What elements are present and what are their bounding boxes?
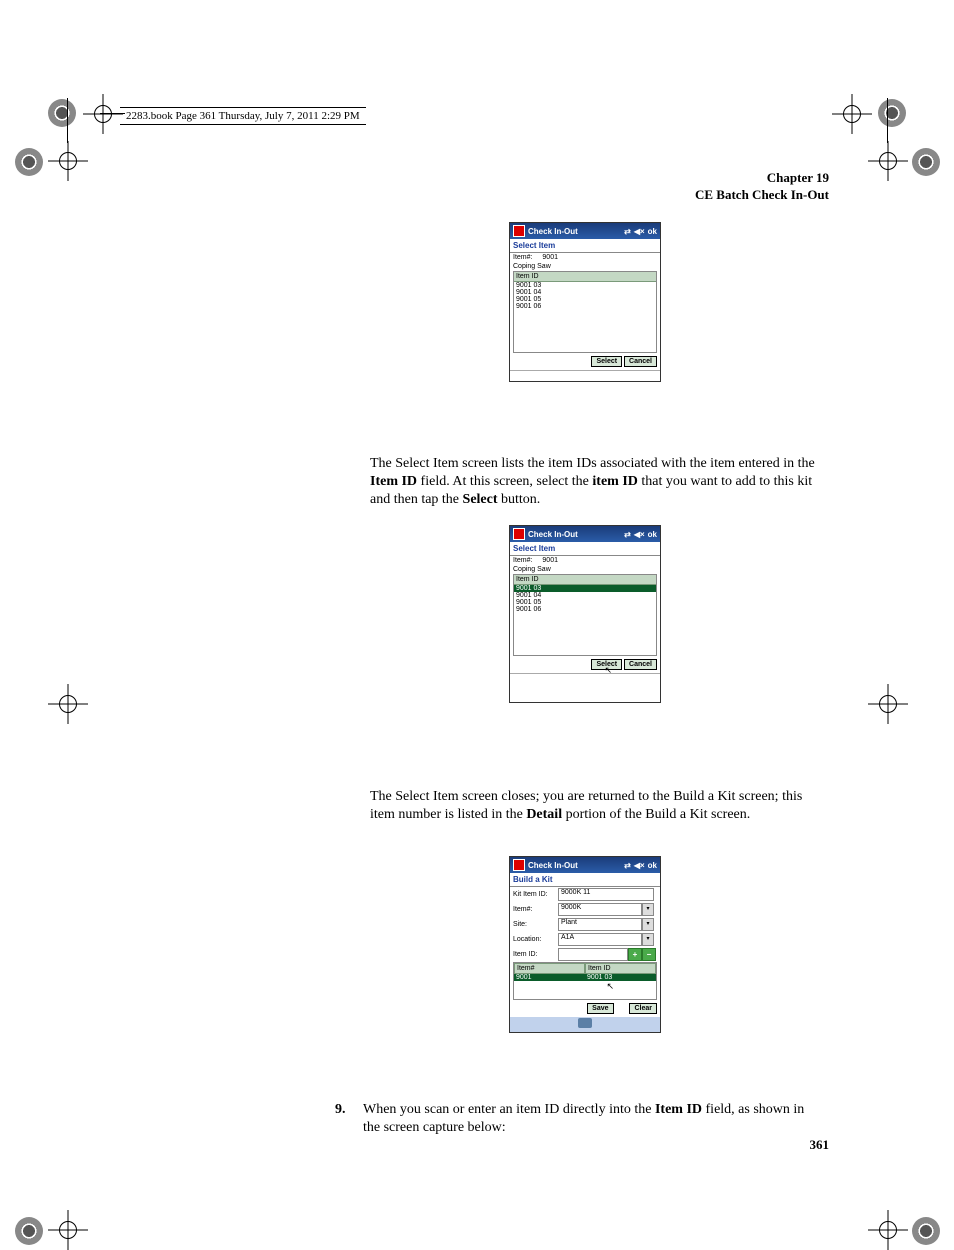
list-item[interactable]: 9001 05	[514, 296, 656, 303]
page-number: 361	[810, 1137, 830, 1153]
list-header: Item ID	[514, 272, 656, 282]
crop-decor	[912, 1217, 940, 1245]
location-label: Location:	[513, 936, 558, 943]
keyboard-bar[interactable]	[510, 1017, 660, 1032]
detail-table[interactable]: Item# Item ID 9001 9001 03 ↖	[513, 962, 657, 1000]
ok-button[interactable]: ok	[648, 861, 657, 870]
volume-icon: ◀×	[634, 227, 645, 236]
cancel-button[interactable]: Cancel	[624, 659, 657, 670]
list-header: Item ID	[514, 575, 656, 585]
windows-icon	[513, 225, 525, 237]
pda-screenshot-3: Check In-Out ⇄ ◀× ok Build a Kit Kit Ite…	[509, 856, 661, 1033]
sync-icon: ⇄	[624, 227, 631, 236]
book-header: 2283.book Page 361 Thursday, July 7, 201…	[120, 107, 366, 125]
crop-mark	[868, 141, 908, 181]
step-number: 9.	[335, 1101, 363, 1119]
keyboard-icon[interactable]	[578, 1018, 592, 1028]
kit-item-id-label: Kit Item ID:	[513, 891, 558, 898]
list-item[interactable]: 9001 06	[514, 606, 656, 613]
item-id-list[interactable]: Item ID 9001 03 9001 04 9001 05 9001 06	[513, 574, 657, 656]
list-item[interactable]: 9001 03	[514, 282, 656, 289]
table-header: Item ID	[585, 963, 656, 974]
crop-line	[67, 98, 68, 143]
item-id-field[interactable]	[558, 948, 628, 961]
kit-item-id-field[interactable]: 9000K 11	[558, 888, 654, 901]
location-field[interactable]: A1A	[558, 933, 642, 946]
crop-decor	[15, 148, 43, 176]
item-number-row: Item#: 9001	[510, 555, 660, 565]
item-id-list[interactable]: Item ID 9001 03 9001 04 9001 05 9001 06	[513, 271, 657, 353]
ok-button[interactable]: ok	[648, 530, 657, 539]
save-button[interactable]: Save	[587, 1003, 613, 1014]
item-desc: Coping Saw	[510, 262, 660, 271]
table-header: Item#	[514, 963, 585, 974]
screen-subtitle: Select Item	[510, 239, 660, 252]
pda-titlebar: Check In-Out ⇄ ◀× ok	[510, 857, 660, 873]
pda-screenshot-2: Check In-Out ⇄ ◀× ok Select Item Item#: …	[509, 525, 661, 703]
step-9: 9.When you scan or enter an item ID dire…	[335, 1101, 830, 1137]
item-no-field[interactable]: 9000K	[558, 903, 642, 916]
sync-icon: ⇄	[624, 861, 631, 870]
table-cell[interactable]: 9001 03	[585, 974, 656, 981]
crop-decor	[878, 99, 906, 127]
item-number-row: Item#: 9001	[510, 252, 660, 262]
item-id-label: Item ID:	[513, 951, 558, 958]
sync-icon: ⇄	[624, 530, 631, 539]
chapter-title: CE Batch Check In-Out	[695, 187, 829, 204]
crop-mark	[48, 141, 88, 181]
table-cell[interactable]: 9001	[514, 974, 585, 981]
crop-mark	[83, 94, 123, 134]
ok-button[interactable]: ok	[648, 227, 657, 236]
list-item[interactable]: 9001 04	[514, 592, 656, 599]
volume-icon: ◀×	[634, 530, 645, 539]
cursor-icon: ↖	[606, 981, 614, 992]
item-no-value: 9001	[542, 557, 558, 564]
list-item[interactable]: 9001 05	[514, 599, 656, 606]
screen-subtitle: Build a Kit	[510, 873, 660, 886]
chapter-number: Chapter 19	[695, 170, 829, 187]
crop-mark	[48, 684, 88, 724]
item-no-label: Item#:	[513, 254, 532, 261]
item-no-label: Item#:	[513, 906, 558, 913]
crop-mark	[868, 1210, 908, 1250]
list-item[interactable]: 9001 06	[514, 303, 656, 310]
window-title: Check In-Out	[528, 227, 578, 236]
list-item[interactable]: 9001 03	[514, 585, 656, 592]
screen-subtitle: Select Item	[510, 542, 660, 555]
clear-button[interactable]: Clear	[629, 1003, 657, 1014]
dropdown-button[interactable]: ▾	[642, 903, 654, 916]
windows-icon	[513, 859, 525, 871]
site-field[interactable]: Plant	[558, 918, 642, 931]
cancel-button[interactable]: Cancel	[624, 356, 657, 367]
plus-button[interactable]: +	[628, 948, 642, 961]
body-paragraph-1: The Select Item screen lists the item ID…	[370, 455, 830, 510]
crop-line	[887, 98, 888, 143]
item-desc: Coping Saw	[510, 565, 660, 574]
minus-button[interactable]: −	[642, 948, 656, 961]
dropdown-button[interactable]: ▾	[642, 933, 654, 946]
crop-decor	[912, 148, 940, 176]
pda-screenshot-1: Check In-Out ⇄ ◀× ok Select Item Item#: …	[509, 222, 661, 382]
chapter-heading: Chapter 19 CE Batch Check In-Out	[695, 170, 829, 204]
volume-icon: ◀×	[634, 861, 645, 870]
pda-titlebar: Check In-Out ⇄ ◀× ok	[510, 526, 660, 542]
dropdown-button[interactable]: ▾	[642, 918, 654, 931]
window-title: Check In-Out	[528, 530, 578, 539]
item-no-value: 9001	[542, 254, 558, 261]
cursor-icon: ↖	[604, 665, 612, 676]
crop-decor	[15, 1217, 43, 1245]
crop-decor	[48, 99, 76, 127]
window-title: Check In-Out	[528, 861, 578, 870]
crop-mark	[868, 684, 908, 724]
pda-titlebar: Check In-Out ⇄ ◀× ok	[510, 223, 660, 239]
list-item[interactable]: 9001 04	[514, 289, 656, 296]
site-label: Site:	[513, 921, 558, 928]
select-button[interactable]: Select	[591, 356, 622, 367]
windows-icon	[513, 528, 525, 540]
body-paragraph-2: The Select Item screen closes; you are r…	[370, 788, 830, 824]
crop-mark	[832, 94, 872, 134]
crop-mark	[48, 1210, 88, 1250]
item-no-label: Item#:	[513, 557, 532, 564]
